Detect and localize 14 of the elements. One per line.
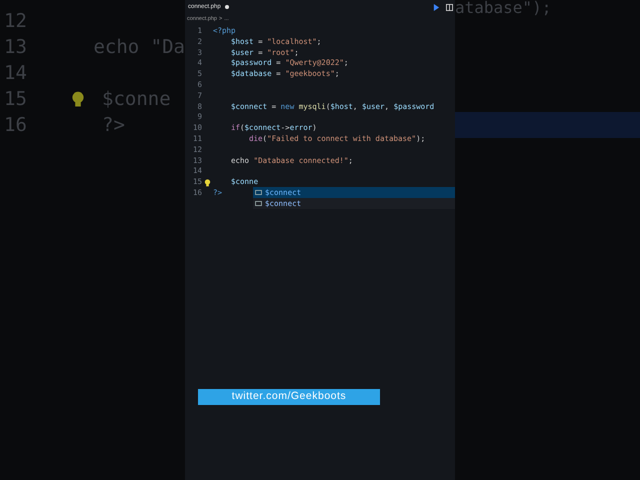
social-banner: twitter.com/Geekboots xyxy=(198,389,380,405)
code-text: atabase"); xyxy=(455,0,552,16)
lightbulb-icon[interactable] xyxy=(71,90,85,108)
lightbulb-icon[interactable] xyxy=(204,178,211,187)
line-number: 15 xyxy=(4,87,28,112)
line-number: 12 xyxy=(4,9,28,34)
code-text: echo "Da xyxy=(93,35,185,60)
line-number: 14 xyxy=(4,61,28,86)
split-editor-icon[interactable] xyxy=(446,4,453,10)
code-text: $conne xyxy=(102,87,171,112)
code-text: ?> xyxy=(102,113,125,138)
run-icon[interactable] xyxy=(433,4,440,10)
line-number: 13 xyxy=(4,35,28,60)
line-number: 16 xyxy=(4,113,28,138)
